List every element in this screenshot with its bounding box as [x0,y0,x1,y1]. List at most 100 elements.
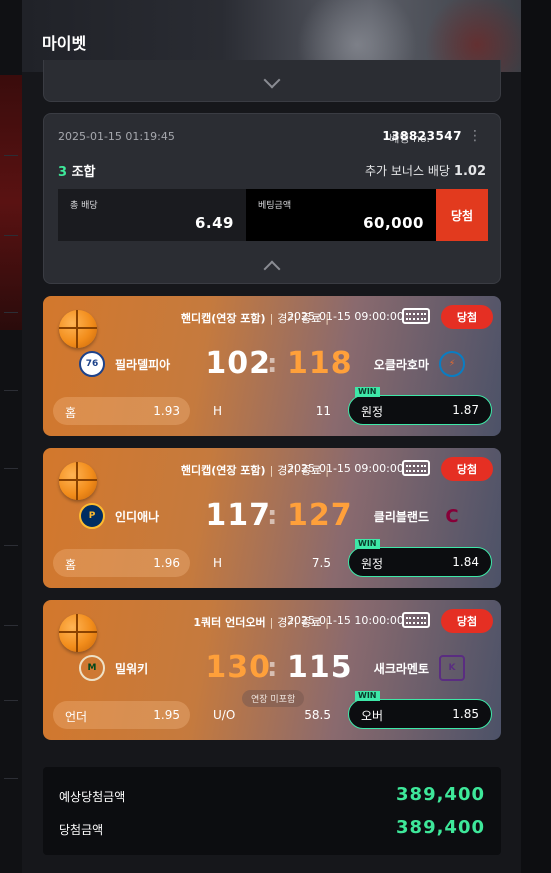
line-label: H [213,556,223,570]
home-pick-label: 언더 [65,710,88,724]
home-pick-option: 언더 1.95 [53,701,190,729]
away-team-name: 오클라호마 [373,358,429,372]
expected-winnings-value: 389,400 [396,784,485,805]
winnings-value: 389,400 [396,817,485,838]
combo-count: 3 조합 [58,161,96,180]
76ers-logo-icon: 76 [79,351,105,377]
stadium-icon [402,612,430,628]
basketball-icon [59,462,97,500]
left-sidebar-strip [0,0,22,873]
game-datetime: 2025-01-15 09:00:00 [287,310,404,323]
sidebar-divider [4,155,18,156]
bet-number: 138823547 [382,129,462,143]
bonus-odds: 추가 보너스 배당 1.02 [365,162,486,179]
total-odds-label: 총 배당 [70,201,98,211]
home-score: 130 [205,650,271,685]
home-team-name: 인디애나 [115,510,160,524]
basketball-icon [59,310,97,348]
game-card: 1쿼터 언더오버 | 경기 종료 | 2025-01-15 10:00:00 당첨 M… [43,600,501,740]
overtime-note: 연장 미포함 [242,690,305,707]
sidebar-banner-background [0,75,22,330]
bet-amount-box: 베팅금액 60,000 [246,189,436,241]
total-odds-value: 6.49 [194,214,234,232]
away-pick-label: 오버 [361,709,384,723]
score-separator: : [267,653,278,683]
winnings-label: 당첨금액 [59,823,104,837]
away-pick-odds: 1.85 [452,707,479,721]
stadium-icon [402,308,430,324]
home-pick-option: 홈 1.93 [53,397,190,425]
sidebar-divider [4,700,18,701]
sidebar-divider [4,468,18,469]
home-score: 117 [205,498,271,533]
home-pick-odds: 1.96 [153,556,180,570]
thunder-logo-icon: ⚡ [439,351,465,377]
away-pick-odds: 1.84 [452,555,479,569]
game-result-badge: 당첨 [441,305,493,329]
winnings-summary: 예상당첨금액 389,400 당첨금액 389,400 [43,767,501,855]
home-pick-label: 홈 [65,406,77,420]
chevron-up-icon[interactable] [263,260,281,278]
sidebar-divider [4,235,18,236]
win-tag: WIN [355,539,380,549]
market-type: 핸디캡(연장 포함) [180,312,266,325]
page-title: 마이벳 [42,34,87,53]
line-value: 7.5 [311,556,331,570]
sidebar-divider [4,778,18,779]
bucks-logo-icon: M [79,655,105,681]
away-score: 115 [287,650,353,685]
home-pick-odds: 1.95 [153,708,180,722]
away-team-name: 클리블랜드 [373,510,429,524]
sidebar-divider [4,312,18,313]
bonus-label: 추가 보너스 배당 [365,164,450,178]
line-value: 58.5 [304,708,331,722]
game-card: 핸디캡(연장 포함) | 경기 종료 | 2025-01-15 09:00:00 당첨… [43,296,501,436]
sidebar-divider [4,625,18,626]
previous-bet-card-collapsed[interactable] [43,60,501,102]
pacers-logo-icon: P [79,503,105,529]
away-pick-option-selected: 원정 1.84 [348,547,492,577]
score-separator: : [267,349,278,379]
home-score: 102 [205,346,271,381]
away-pick-label: 원정 [361,405,384,419]
expected-winnings-label: 예상당첨금액 [59,790,126,804]
sidebar-divider [4,390,18,391]
home-pick-odds: 1.93 [153,404,180,418]
game-result-badge: 당첨 [441,609,493,633]
game-datetime: 2025-01-15 10:00:00 [287,614,404,627]
right-sidebar-strip [521,0,551,873]
game-datetime: 2025-01-15 09:00:00 [287,462,404,475]
away-pick-option-selected: 원정 1.87 [348,395,492,425]
chevron-down-icon[interactable] [263,71,281,89]
bet-slip-card: 2025-01-15 01:19:45 베팅 no. 138823547 ⋮ 3… [43,113,501,284]
away-score: 118 [287,346,353,381]
away-pick-option-selected: 오버 1.85 [348,699,492,729]
kings-logo-icon: K [439,655,465,681]
away-pick-label: 원정 [361,557,384,571]
combo-label: 조합 [71,165,96,180]
home-team-name: 밀워키 [115,662,149,676]
market-type: 1쿼터 언더오버 [193,616,266,629]
bet-datetime: 2025-01-15 01:19:45 [58,130,175,143]
home-pick-label: 홈 [65,558,77,572]
line-value: 11 [315,404,331,418]
bet-amount-value: 60,000 [363,214,424,232]
total-odds-box: 총 배당 6.49 [58,189,246,241]
combo-number: 3 [58,165,68,180]
game-result-badge: 당첨 [441,457,493,481]
away-pick-odds: 1.87 [452,403,479,417]
line-label: H [213,404,223,418]
game-card: 핸디캡(연장 포함) | 경기 종료 | 2025-01-15 09:00:00 당첨… [43,448,501,588]
more-options-icon[interactable]: ⋮ [468,128,482,144]
bet-result-badge: 당첨 [436,189,488,241]
win-tag: WIN [355,691,380,701]
market-type: 핸디캡(연장 포함) [180,464,266,477]
score-separator: : [267,501,278,531]
away-team-name: 새크라멘토 [373,662,429,676]
cavaliers-logo-icon: C [445,505,459,527]
away-score: 127 [287,498,353,533]
basketball-icon [59,614,97,652]
home-pick-option: 홈 1.96 [53,549,190,577]
home-team-name: 필라델피아 [115,358,171,372]
sidebar-divider [4,545,18,546]
